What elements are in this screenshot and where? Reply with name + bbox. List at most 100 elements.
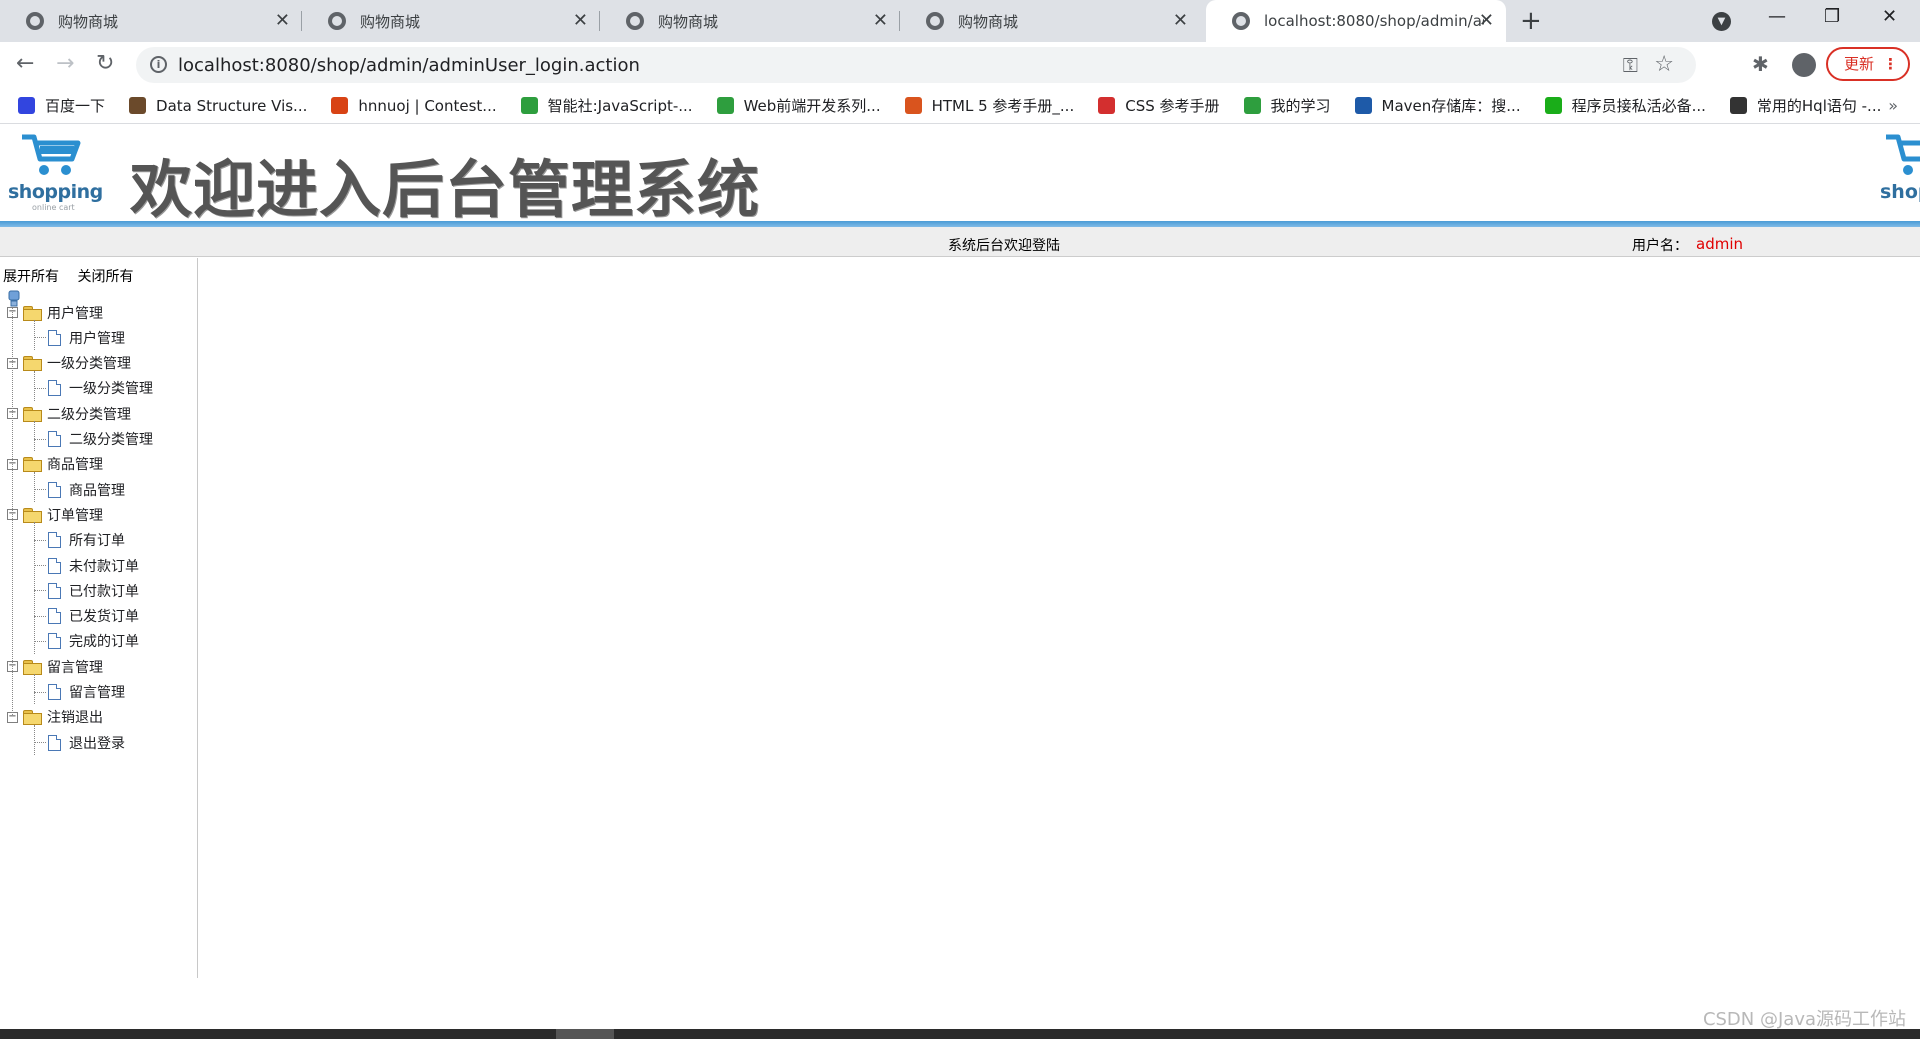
tree-item-label[interactable]: 所有订单 [69,530,125,550]
tab-1[interactable]: 购物商城 ✕ [0,0,302,42]
tree-item[interactable]: 已付款订单 [48,578,139,603]
shopping-logo-right: shopping [1880,129,1920,215]
tree-item[interactable]: 未付款订单 [48,553,139,578]
tree-item[interactable]: 用户管理 [48,325,125,350]
bookmark-label: 程序员接私活必备... [1571,97,1706,115]
site-info-icon[interactable]: i [150,56,167,73]
update-button[interactable]: 更新 ⋮ [1826,47,1910,81]
tab-search-icon[interactable]: ▼ [1712,12,1731,31]
tree-item-label[interactable]: 二级分类管理 [69,429,153,449]
bookmarks-overflow-icon[interactable]: » [1888,96,1898,115]
forward-icon[interactable]: → [56,52,74,76]
close-icon[interactable]: ✕ [1479,11,1494,31]
close-icon[interactable]: ✕ [573,11,588,31]
tree-item-label[interactable]: 未付款订单 [69,556,139,576]
tree-group[interactable]: − 订单管理 [7,502,103,527]
profile-icon[interactable] [1792,53,1816,77]
tree-item-label[interactable]: 已付款订单 [69,581,139,601]
folder-icon [23,659,42,675]
tree-item[interactable]: 二级分类管理 [48,427,153,452]
extensions-icon[interactable]: ✱ [1752,52,1769,76]
bookmark-label: 我的学习 [1270,97,1331,115]
tree-item[interactable]: 一级分类管理 [48,376,153,401]
bookmark-item[interactable]: HTML 5 参考手册_... [904,95,1074,116]
page-icon [48,481,61,498]
tree-group[interactable]: − 用户管理 [7,300,103,325]
folder-icon [23,457,42,473]
bookmark-label: Data Structure Vis... [156,96,308,115]
bookmark-item[interactable]: Web前端开发系列... [716,95,881,116]
page-icon [48,582,61,599]
close-icon[interactable]: ✕ [275,11,290,31]
tree-item-label[interactable]: 完成的订单 [69,631,139,651]
bookmark-item[interactable]: 我的学习 [1243,95,1331,116]
tree-group-label: 订单管理 [47,507,103,524]
back-icon[interactable]: ← [16,52,34,76]
bookmark-item[interactable]: 智能社:JavaScript-... [520,95,693,116]
tree-group[interactable]: − 注销退出 [7,705,103,730]
tree-group-label: 注销退出 [47,710,103,727]
sidebar-tree: 展开所有 关闭所有 − 用户管理 用户管理 − 一级分类管理 一级分类管理 − 二级分类管理二… [0,258,198,978]
folder-icon [23,406,42,422]
tree-item[interactable]: 已发货订单 [48,604,139,629]
tree-item-label[interactable]: 退出登录 [69,733,125,753]
bookmark-item[interactable]: 百度一下 [18,95,105,116]
tree-item[interactable]: 所有订单 [48,528,125,553]
tab-4[interactable]: 购物商城 ✕ [900,0,1200,42]
bookmark-label: Maven存储库：搜... [1381,97,1521,115]
bookmark-label: hnnuoj | Contest... [358,96,497,115]
tree-group[interactable]: − 留言管理 [7,654,103,679]
minimize-icon[interactable]: — [1768,6,1786,27]
wechat-icon [1544,97,1562,114]
url-text[interactable]: localhost:8080/shop/admin/adminUser_logi… [178,55,640,76]
bookmark-item[interactable]: Maven存储库：搜... [1354,95,1521,116]
tree-item-label[interactable]: 商品管理 [69,480,125,500]
html5-icon [904,97,922,114]
tree-group[interactable]: − 二级分类管理 [7,401,131,426]
tree-item-label[interactable]: 一级分类管理 [69,378,153,398]
tree-group[interactable]: − 一级分类管理 [7,351,131,376]
tree-item[interactable]: 退出登录 [48,730,125,755]
username-label: 用户名： [1632,238,1688,254]
globe-icon [26,12,44,30]
tree-controls: 展开所有 关闭所有 [3,266,147,286]
restore-icon[interactable]: ❐ [1824,6,1840,27]
reload-icon[interactable]: ↻ [96,52,114,76]
bookmark-star-icon[interactable]: ☆ [1654,52,1674,77]
tree-item-label[interactable]: 已发货订单 [69,606,139,626]
tree-group-label: 用户管理 [47,305,103,322]
tree-group[interactable]: − 商品管理 [7,452,103,477]
page-icon [48,329,61,346]
maven-icon [1354,97,1372,114]
browser-toolbar: ← → ↻ i localhost:8080/shop/admin/adminU… [0,42,1920,88]
address-bar[interactable]: i localhost:8080/shop/admin/adminUser_lo… [136,47,1696,83]
bookmark-item[interactable]: hnnuoj | Contest... [331,96,497,115]
green-book-icon [520,97,538,114]
bookmark-label: 常用的Hql语句 -... [1756,97,1882,115]
bookmark-item[interactable]: CSS 参考手册 [1098,95,1220,116]
bookmark-item[interactable]: Data Structure Vis... [129,97,307,115]
tab-3[interactable]: 购物商城 ✕ [600,0,900,42]
close-icon[interactable]: ✕ [873,11,888,31]
close-icon[interactable]: ✕ [1173,11,1188,31]
page-icon [48,684,61,700]
page-icon [48,608,61,625]
bookmark-item[interactable]: 程序员接私活必备... [1544,95,1706,116]
tree-item[interactable]: 商品管理 [48,477,125,502]
new-tab-icon[interactable]: + [1520,8,1542,34]
tab-active[interactable]: localhost:8080/shop/admin/ac ✕ [1206,0,1506,42]
collapse-all-link[interactable]: 关闭所有 [77,269,133,285]
window-close-icon[interactable]: ✕ [1882,6,1897,27]
bookmark-item[interactable]: 常用的Hql语句 -... [1729,95,1882,116]
folder-icon [23,305,42,321]
key-icon[interactable]: ⚿ [1623,53,1638,77]
tab-2[interactable]: 购物商城 ✕ [302,0,600,42]
globe-icon [328,12,346,30]
tree-item[interactable]: 完成的订单 [48,629,139,654]
page-icon [48,734,61,751]
css-icon [1098,97,1116,114]
tree-item-label[interactable]: 留言管理 [69,682,125,702]
tree-item-label[interactable]: 用户管理 [69,328,125,348]
expand-all-link[interactable]: 展开所有 [3,269,59,285]
tree-item[interactable]: 留言管理 [48,680,125,705]
